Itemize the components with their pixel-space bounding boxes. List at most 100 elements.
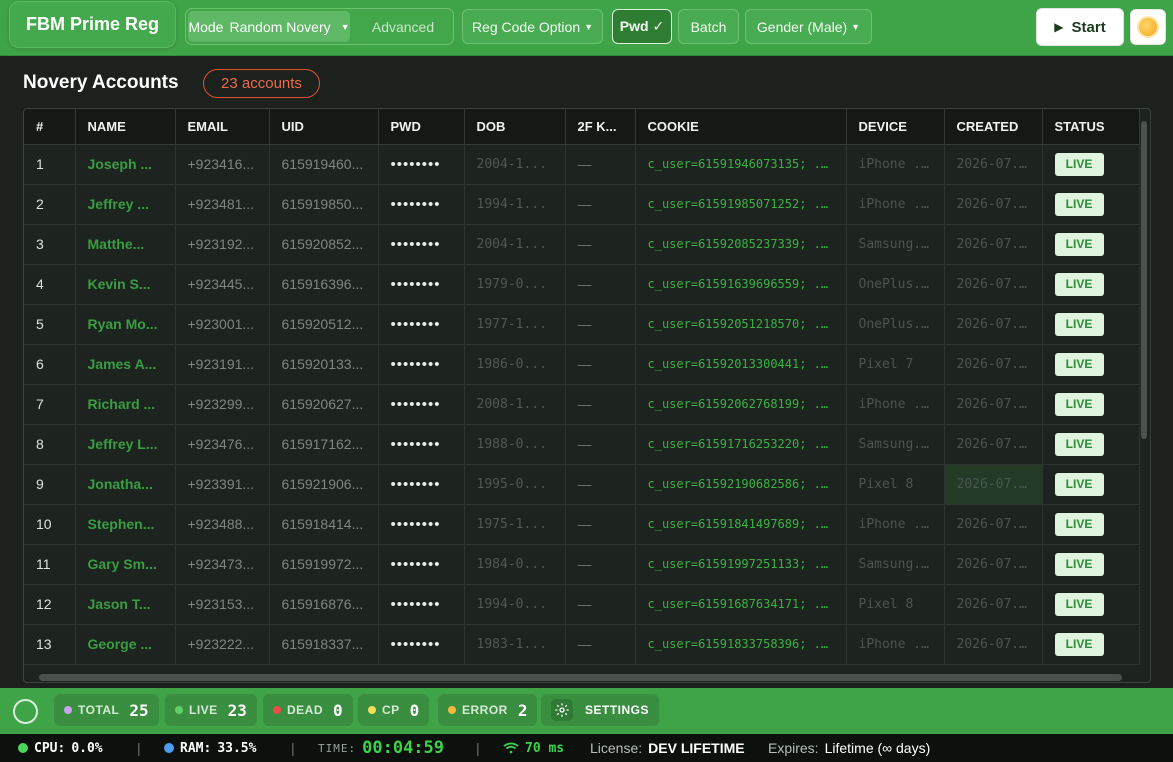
mode-label: Mode: [188, 18, 224, 35]
ram-value: 33.5%: [217, 740, 257, 756]
table-row[interactable]: 12 Jason T... +923153... 615916876... ••••••…: [24, 584, 1140, 625]
table-row[interactable]: 9 Jonatha... +923391... 615921906... •••••••…: [24, 464, 1140, 505]
status-badge: LIVE: [1054, 272, 1104, 296]
horizontal-scrollbar[interactable]: [39, 674, 1122, 681]
expires-value: Lifetime (∞ days): [824, 740, 931, 756]
live-dot-icon: [175, 706, 183, 714]
license-label: License:: [590, 740, 643, 756]
table-row[interactable]: 7 Richard ... +923299... 615920627... ••••••…: [24, 384, 1140, 425]
cell-created: 2026-07...: [944, 184, 1043, 225]
cell-uid: 615920627...: [269, 384, 379, 425]
cell-dob: 1975-1...: [464, 504, 566, 545]
cell-twofk: —: [565, 184, 636, 225]
status-badge: LIVE: [1054, 152, 1104, 176]
cell-status: LIVE: [1042, 464, 1140, 505]
stat-live-label: LIVE: [189, 703, 218, 717]
table-row[interactable]: 11 Gary Sm... +923473... 615919972... ••••••…: [24, 544, 1140, 585]
accounts-table: # NAME EMAIL UID PWD DOB 2F K... COOKIE DEVICE CR…: [23, 108, 1151, 683]
cell-dob: 1988-0...: [464, 424, 566, 465]
cell-email: +923416...: [175, 144, 270, 185]
cell-email: +923299...: [175, 384, 270, 425]
table-row[interactable]: 3 Matthe... +923192... 615920852... ••••••••…: [24, 224, 1140, 265]
cell-uid: 615919850...: [269, 184, 379, 225]
cell-cookie: c_user=61591997251133; ...: [635, 544, 847, 585]
stat-live-value: 23: [227, 700, 247, 720]
cell-twofk: —: [565, 624, 636, 665]
cell-twofk: —: [565, 384, 636, 425]
cell-status: LIVE: [1042, 184, 1140, 225]
cell-device: OnePlus...: [846, 264, 945, 305]
start-label: Start: [1071, 18, 1106, 36]
cell-device: iPhone ...: [846, 624, 945, 665]
table-row[interactable]: 8 Jeffrey L... +923476... 615917162... •••••…: [24, 424, 1140, 465]
cell-pwd: ••••••••: [378, 584, 465, 625]
cell-cookie: c_user=61592013300441; ...: [635, 344, 847, 385]
cell-created: 2026-07...: [944, 504, 1043, 545]
cell-dob: 1977-1...: [464, 304, 566, 345]
cpu-value: 0.0%: [71, 740, 103, 756]
top-toolbar: FBM Prime Reg Mode Random Novery ▼ Advan…: [0, 0, 1173, 56]
column-header[interactable]: 2F K...: [565, 109, 636, 145]
cell-name: Joseph ...: [75, 144, 176, 185]
cell-twofk: —: [565, 584, 636, 625]
table-row[interactable]: 4 Kevin S... +923445... 615916396... •••••••…: [24, 264, 1140, 305]
cp-dot-icon: [368, 706, 376, 714]
cell-uid: 615920852...: [269, 224, 379, 265]
cell-email: +923476...: [175, 424, 270, 465]
cell-uid: 615916396...: [269, 264, 379, 305]
cell-pwd: ••••••••: [378, 264, 465, 305]
table-row[interactable]: 5 Ryan Mo... +923001... 615920512... •••••••…: [24, 304, 1140, 345]
table-row[interactable]: 2 Jeffrey ... +923481... 615919850... ••••••…: [24, 184, 1140, 225]
cell-status: LIVE: [1042, 264, 1140, 305]
column-header[interactable]: UID: [269, 109, 379, 145]
cell-dob: 1986-0...: [464, 344, 566, 385]
status-badge: LIVE: [1054, 432, 1104, 456]
mode-select[interactable]: Mode Random Novery ▼: [188, 11, 350, 42]
column-header[interactable]: STATUS: [1042, 109, 1140, 145]
column-header[interactable]: DEVICE: [846, 109, 945, 145]
cell-num: 11: [24, 544, 76, 585]
chevron-down-icon: ▼: [851, 21, 861, 32]
stat-total: TOTAL 25: [54, 694, 159, 726]
cell-device: Pixel 8: [846, 584, 945, 625]
gender-dropdown[interactable]: Gender (Male) ▼: [745, 9, 872, 44]
column-header[interactable]: EMAIL: [175, 109, 270, 145]
start-button[interactable]: ▶ Start: [1036, 8, 1124, 46]
gender-label: Gender (Male): [756, 18, 848, 35]
column-header[interactable]: CREATED: [944, 109, 1043, 145]
cell-num: 3: [24, 224, 76, 265]
table-row[interactable]: 6 James A... +923191... 615920133... •••••••…: [24, 344, 1140, 385]
cell-twofk: —: [565, 344, 636, 385]
cpu-dot-icon: [18, 743, 28, 753]
settings-button[interactable]: SETTINGS: [541, 694, 659, 726]
cell-email: +923001...: [175, 304, 270, 345]
cell-device: iPhone ...: [846, 504, 945, 545]
cell-pwd: ••••••••: [378, 424, 465, 465]
cell-num: 9: [24, 464, 76, 505]
stat-total-value: 25: [129, 700, 149, 720]
theme-toggle-button[interactable]: [1130, 9, 1166, 45]
cell-dob: 2008-1...: [464, 384, 566, 425]
column-header[interactable]: COOKIE: [635, 109, 847, 145]
column-header[interactable]: PWD: [378, 109, 465, 145]
cell-dob: 1994-0...: [464, 584, 566, 625]
advanced-button[interactable]: Advanced: [356, 11, 450, 42]
column-header[interactable]: #: [24, 109, 76, 145]
table-row[interactable]: 1 Joseph ... +923416... 615919460... •••••••…: [24, 144, 1140, 185]
table-row[interactable]: 13 George ... +923222... 615918337... ••••••…: [24, 624, 1140, 665]
pwd-toggle[interactable]: Pwd ✓: [612, 9, 672, 44]
cell-created: 2026-07...: [944, 424, 1043, 465]
batch-button[interactable]: Batch: [678, 9, 739, 44]
cell-cookie: c_user=61591946073135; ...: [635, 144, 847, 185]
cell-num: 6: [24, 344, 76, 385]
cell-num: 10: [24, 504, 76, 545]
cell-name: Richard ...: [75, 384, 176, 425]
column-header[interactable]: DOB: [464, 109, 566, 145]
table-row[interactable]: 10 Stephen... +923488... 615918414... ••••••…: [24, 504, 1140, 545]
stat-total-label: TOTAL: [78, 703, 120, 717]
column-header[interactable]: NAME: [75, 109, 176, 145]
vertical-scrollbar[interactable]: [1141, 121, 1147, 439]
cell-device: Pixel 8: [846, 464, 945, 505]
reg-code-option-dropdown[interactable]: Reg Code Option ▼: [462, 9, 603, 44]
status-badge: LIVE: [1054, 192, 1104, 216]
